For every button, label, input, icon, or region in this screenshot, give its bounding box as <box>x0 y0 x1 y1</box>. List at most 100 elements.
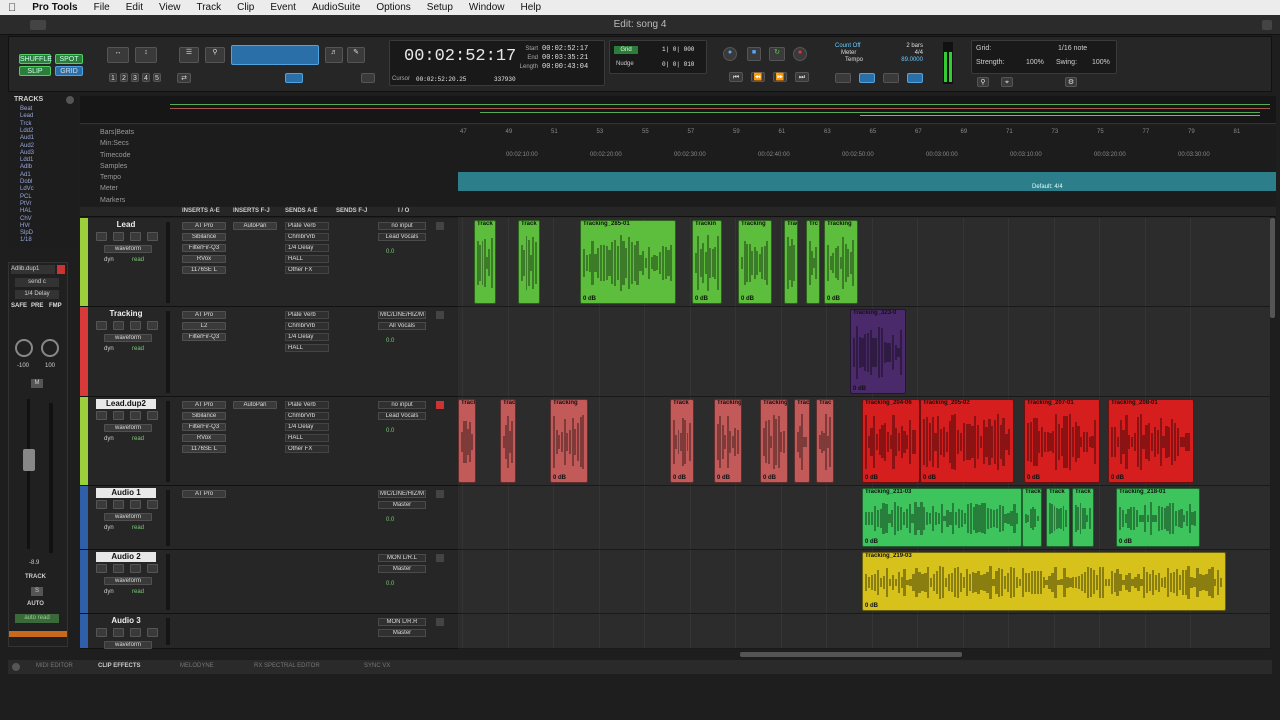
clip-gain[interactable]: 0 dB <box>1027 475 1040 481</box>
send-slot[interactable]: HALL <box>285 344 329 352</box>
strength-value[interactable]: 100% <box>1026 59 1044 66</box>
dyn-label[interactable]: dyn <box>104 436 114 442</box>
send-slot[interactable]: ChmbrVrb <box>285 412 329 420</box>
record-arm-icon[interactable] <box>57 265 65 274</box>
send-slot[interactable]: HALL <box>285 255 329 263</box>
input-selector[interactable]: MON L/R.R <box>378 618 426 626</box>
tracks-list-item[interactable]: Aud2 <box>20 143 34 149</box>
solo-button[interactable] <box>130 321 141 330</box>
insert-slot-fj[interactable]: AutoPan <box>233 222 277 230</box>
send-slot[interactable]: 1/4 Delay <box>285 333 329 341</box>
zoom-preset-3[interactable]: 3 <box>131 73 139 82</box>
zoom-fit-icon[interactable]: ⌖ <box>1001 77 1013 87</box>
audio-clip[interactable]: Tracking_204-06 0 dB <box>862 399 920 483</box>
tab-sync-vx[interactable]: SYNC VX <box>364 663 390 669</box>
audio-clip[interactable]: Tracking_285-01 0 dB <box>580 220 676 304</box>
tracks-list-item[interactable]: HVr <box>20 223 30 229</box>
input-monitor-button[interactable] <box>113 500 124 509</box>
audio-clip[interactable]: Trc <box>806 220 820 304</box>
audio-clip[interactable]: Tracking_218-01 0 dB <box>1116 488 1200 547</box>
audio-clip[interactable]: Tracking_323-0 0 dB <box>850 309 906 394</box>
insert-slot[interactable]: AT Pro <box>182 311 226 319</box>
ruler-meter[interactable]: Meter <box>100 185 118 192</box>
volume-value[interactable]: 0.0 <box>386 517 394 523</box>
menu-clip[interactable]: Clip <box>229 2 262 13</box>
track-row[interactable]: Tracking waveform dyn read AT Pro L2 FilterFir… <box>80 307 458 397</box>
insert-slot[interactable]: RVox <box>182 255 226 263</box>
search-icon[interactable]: ⚲ <box>977 77 989 87</box>
input-monitor-button[interactable] <box>113 628 124 637</box>
input-monitor-button[interactable] <box>113 411 124 420</box>
track-name[interactable]: Lead <box>96 220 156 230</box>
rewind-icon[interactable]: ⏪ <box>751 72 765 82</box>
send-slot[interactable]: Plate Verb <box>285 311 329 319</box>
solo-button[interactable] <box>130 411 141 420</box>
fmp-button[interactable]: FMP <box>49 303 62 309</box>
automation-mode[interactable]: read <box>132 525 144 531</box>
track-name[interactable]: Lead.dup2 <box>96 399 156 409</box>
insert-slot-fj[interactable]: AutoPan <box>233 401 277 409</box>
clip-gain[interactable]: 0 dB <box>553 475 566 481</box>
audio-clip[interactable]: Tracking_219-03 0 dB <box>862 552 1226 611</box>
record-enable-icon[interactable] <box>436 618 444 626</box>
clip-gain[interactable]: 0 dB <box>853 386 866 392</box>
input-selector[interactable]: no input <box>378 401 426 409</box>
automation-mode[interactable]: read <box>132 346 144 352</box>
audio-clip[interactable]: Trac <box>816 399 834 483</box>
mute-button[interactable] <box>147 321 158 330</box>
dyn-label[interactable]: dyn <box>104 257 114 263</box>
audio-clip[interactable]: Tracking_208-01 0 dB <box>1108 399 1194 483</box>
output-selector[interactable]: All Vocals <box>378 322 426 330</box>
gear-icon[interactable] <box>12 663 20 671</box>
input-selector[interactable]: no input <box>378 222 426 230</box>
clip-gain[interactable]: 0 dB <box>583 296 596 302</box>
smart-tool-button[interactable] <box>231 45 319 65</box>
dyn-label[interactable]: dyn <box>104 525 114 531</box>
fast-forward-icon[interactable]: ⏩ <box>773 72 787 82</box>
clip-gain[interactable]: 0 dB <box>717 475 730 481</box>
spot-mode-button[interactable]: SPOT <box>55 54 83 64</box>
pan-knob-left[interactable] <box>15 339 33 357</box>
solo-button[interactable] <box>130 232 141 241</box>
automation-mode-selector[interactable]: auto read <box>15 614 59 623</box>
nudge-value[interactable]: 0| 0| 010 <box>662 61 694 68</box>
tracks-list-item[interactable]: Adlb <box>20 164 32 170</box>
clip-gain[interactable]: 0 dB <box>673 475 686 481</box>
volume-value[interactable]: 0.0 <box>386 428 394 434</box>
zoom-preset-2[interactable]: 2 <box>120 73 128 82</box>
track-view-selector[interactable]: waveform <box>104 424 152 432</box>
search-icon[interactable]: ⚲ <box>205 47 225 63</box>
track-view-selector[interactable]: waveform <box>104 334 152 342</box>
tracks-list-item[interactable]: Beat <box>20 106 32 112</box>
send-slot[interactable]: 1/4 Delay <box>285 244 329 252</box>
midi-merge-icon[interactable] <box>835 73 851 83</box>
clip-gain[interactable]: 0 dB <box>741 296 754 302</box>
input-selector[interactable]: MON L/R.L <box>378 554 426 562</box>
tracks-list-item[interactable]: PCL <box>20 194 32 200</box>
stop-icon[interactable]: ■ <box>747 47 761 61</box>
track-row[interactable]: Lead.dup2 waveform dyn read AT Pro Sibilance F… <box>80 397 458 486</box>
record-arm-button[interactable] <box>96 321 107 330</box>
count-off-bars[interactable]: 2 bars <box>897 43 923 50</box>
insert-slot[interactable]: RVox <box>182 434 226 442</box>
output-selector[interactable]: Lead Vocals <box>378 233 426 241</box>
audio-clip[interactable]: Track <box>518 220 540 304</box>
zoom-preset-4[interactable]: 4 <box>142 73 150 82</box>
track-row[interactable]: Audio 3 waveform MON L/R.R Master <box>80 614 458 649</box>
output-selector[interactable]: Lead Vocals <box>378 412 426 420</box>
insert-slot[interactable]: 1176SE L <box>182 266 226 274</box>
insert-slot[interactable]: 1176SE L <box>182 445 226 453</box>
track-name[interactable]: Audio 1 <box>96 488 156 498</box>
universe-overview[interactable] <box>80 96 1276 124</box>
track-name[interactable]: Audio 2 <box>96 552 156 562</box>
grid-note-value[interactable]: 1/16 note <box>1058 45 1087 52</box>
record-arm-button[interactable] <box>96 411 107 420</box>
volume-fader[interactable] <box>23 449 35 471</box>
record-icon[interactable]: ● <box>793 47 807 61</box>
slip-mode-button[interactable]: SLIP <box>19 66 51 76</box>
automation-mode[interactable]: read <box>132 257 144 263</box>
audio-clip[interactable]: Tracking 0 dB <box>824 220 858 304</box>
audio-clip[interactable]: Track <box>1046 488 1070 547</box>
safe-button[interactable]: SAFE <box>11 303 27 309</box>
pre-button[interactable]: PRE <box>31 303 43 309</box>
